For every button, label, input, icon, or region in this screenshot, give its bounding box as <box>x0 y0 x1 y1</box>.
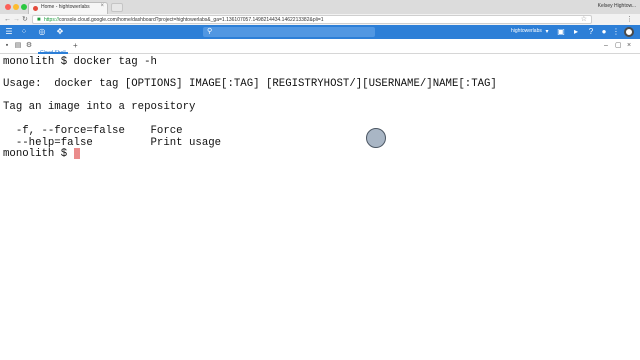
minimize-icon[interactable]: ‒ <box>604 41 608 51</box>
menu-icon[interactable]: ☰ <box>4 27 14 37</box>
cloud-shell-toolbar: ▪ ▤ ⚙ Cloud Shell + ‒ ▢ × <box>0 39 640 56</box>
forward-icon[interactable]: → <box>13 15 20 24</box>
bookmark-star-icon[interactable]: ☆ <box>581 16 587 24</box>
browser-tab[interactable]: Home - hightowerlabs × <box>28 2 108 14</box>
notifications-icon[interactable]: ● <box>599 27 609 37</box>
mouse-pointer-highlight <box>366 128 386 148</box>
new-tab-button[interactable] <box>111 3 123 12</box>
google-cloud-favicon-icon <box>33 6 38 11</box>
support-icon[interactable]: ◎ <box>37 27 47 37</box>
search-input[interactable]: ⚲ <box>203 27 375 37</box>
add-shell-tab-button[interactable]: + <box>73 41 78 51</box>
terminal-cursor <box>73 148 80 159</box>
lock-icon: ■ <box>37 17 41 23</box>
project-picker[interactable]: hightowerlabs <box>511 28 542 34</box>
terminal-icon[interactable]: ▪ <box>3 42 11 50</box>
window-close-button[interactable] <box>5 4 11 10</box>
console-header: ☰ ⁘ ◎ ✥ ⚲ hightowerlabs ▾ ▣ ▸ ? ● ⋮ <box>0 25 640 39</box>
terminal-line: monolith $ docker tag -h <box>3 56 157 68</box>
back-icon[interactable]: ← <box>4 15 11 24</box>
terminal-line: -f, --force=false Force <box>3 125 183 137</box>
tab-close-icon[interactable]: × <box>100 3 104 9</box>
browser-profile-name[interactable]: Kelsey Hightow... <box>598 3 636 9</box>
tab-cloud-shell[interactable]: Cloud Shell <box>38 41 68 56</box>
terminal[interactable]: monolith $ docker tag -h Usage: docker t… <box>0 54 640 360</box>
gift-icon[interactable]: ▣ <box>556 27 566 37</box>
browser-tab-title: Home - hightowerlabs <box>41 4 90 10</box>
keyboard-icon[interactable]: ▤ <box>14 42 22 50</box>
help-icon[interactable]: ? <box>586 27 596 37</box>
terminal-line: Usage: docker tag [OPTIONS] IMAGE[:TAG] … <box>3 78 497 90</box>
terminal-line: Tag an image into a repository <box>3 101 196 113</box>
search-icon: ⚲ <box>207 28 213 35</box>
url-text[interactable]: https://console.cloud.google.com/home/da… <box>44 17 324 23</box>
nodes-icon[interactable]: ✥ <box>55 27 65 37</box>
browser-menu-icon[interactable]: ⋮ <box>626 15 633 24</box>
open-new-window-icon[interactable]: ▢ <box>615 41 622 51</box>
url-scheme: https:// <box>44 17 60 23</box>
chevron-down-icon[interactable]: ▾ <box>542 27 552 37</box>
terminal-prompt: monolith $ <box>3 148 74 160</box>
settings-icon[interactable]: ⚙ <box>25 42 33 50</box>
more-icon[interactable]: ⋮ <box>611 27 621 37</box>
browser-tab-strip: Home - hightowerlabs × Kelsey Hightow... <box>0 0 640 15</box>
window-maximize-button[interactable] <box>21 4 27 10</box>
cloud-shell-icon[interactable]: ▸ <box>571 27 581 37</box>
terminal-prompt-line: monolith $ <box>3 148 80 160</box>
window-minimize-button[interactable] <box>13 4 19 10</box>
url-field[interactable]: ■ https://console.cloud.google.com/home/… <box>32 15 592 24</box>
close-icon[interactable]: × <box>627 41 631 51</box>
avatar[interactable] <box>624 27 634 37</box>
products-grid-icon[interactable]: ⁘ <box>19 27 29 37</box>
url-path: console.cloud.google.com/home/dashboard?… <box>59 17 324 23</box>
reload-icon[interactable]: ↻ <box>22 15 28 24</box>
